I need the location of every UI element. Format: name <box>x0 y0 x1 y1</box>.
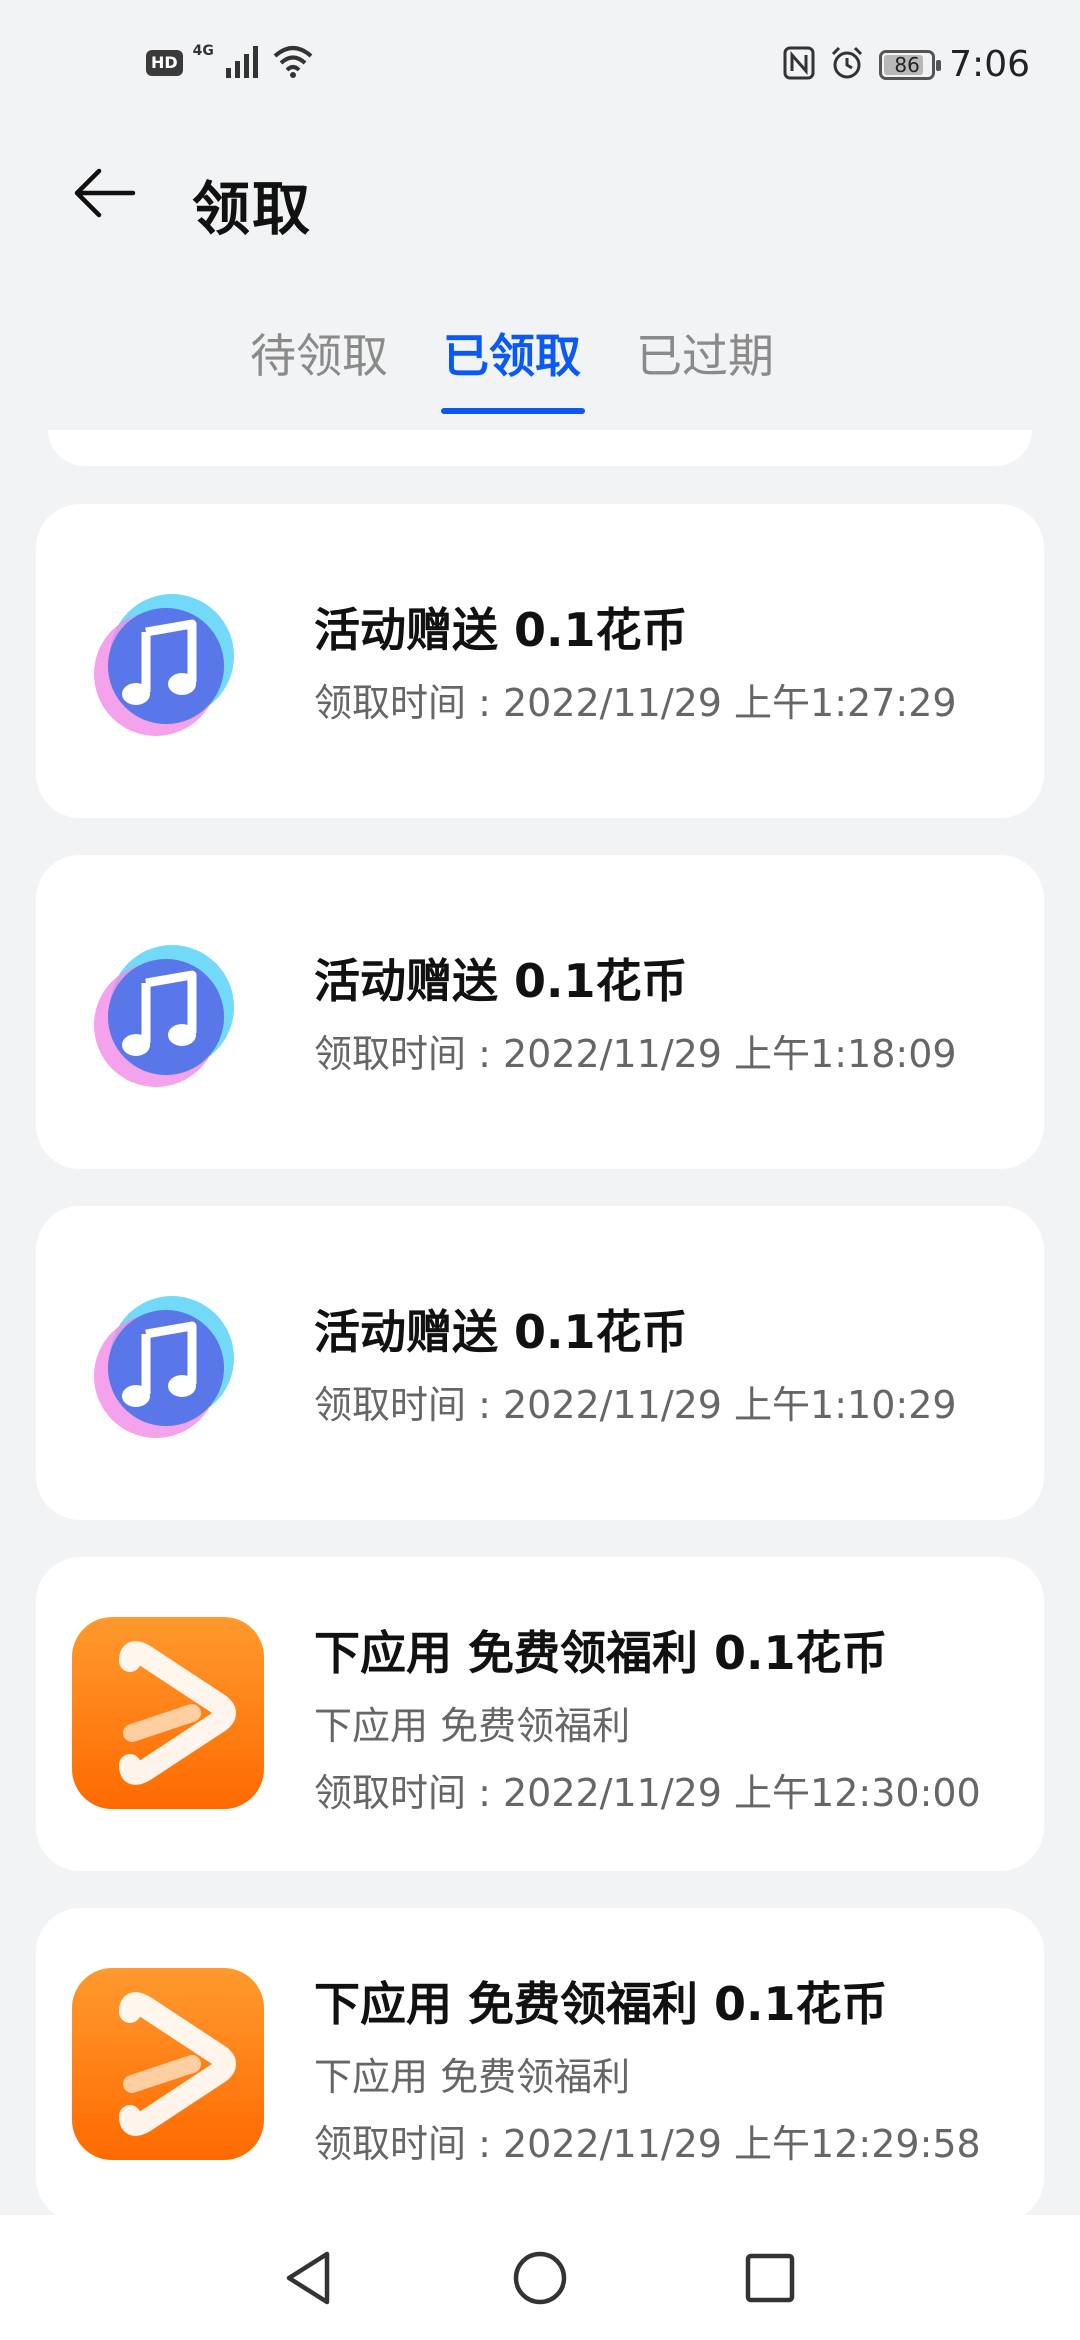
video-app-icon <box>72 1617 264 1809</box>
network-type: 4G <box>192 43 214 59</box>
active-tab-indicator <box>441 408 585 414</box>
record-card[interactable]: 活动赠送 0.1花币 领取时间 : 2022/11/29 上午1:10:29 <box>36 1206 1044 1520</box>
nav-recents-button[interactable] <box>735 2245 805 2315</box>
wifi-icon <box>272 44 314 82</box>
nfc-icon <box>783 46 815 84</box>
record-time: 领取时间 : 2022/11/29 上午12:30:00 <box>314 1771 981 1815</box>
record-title: 活动赠送 0.1花币 <box>314 603 688 657</box>
arrow-left-icon <box>73 161 137 229</box>
record-title: 下应用 免费领福利 0.1花币 <box>314 1977 888 2031</box>
record-title: 下应用 免费领福利 0.1花币 <box>314 1626 888 1680</box>
record-title: 活动赠送 0.1花币 <box>314 954 688 1008</box>
status-right-group: 86 7:06 <box>783 44 1030 85</box>
tab-pending[interactable]: 待领取 <box>250 320 388 386</box>
clock: 7:06 <box>949 44 1030 85</box>
record-title: 活动赠送 0.1花币 <box>314 1305 688 1359</box>
record-time: 领取时间 : 2022/11/29 上午1:18:09 <box>314 1032 957 1076</box>
record-subtitle: 下应用 免费领福利 <box>314 2055 631 2099</box>
record-card[interactable]: 下应用 免费领福利 0.1花币 下应用 免费领福利 领取时间 : 2022/11… <box>36 1557 1044 1871</box>
music-app-icon <box>86 1288 234 1438</box>
record-time: 领取时间 : 2022/11/29 上午1:10:29 <box>314 1383 957 1427</box>
nav-back-button[interactable] <box>274 2245 344 2315</box>
record-time: 领取时间 : 2022/11/29 上午12:29:58 <box>314 2122 981 2166</box>
record-card[interactable]: 下应用 免费领福利 0.1花币 下应用 免费领福利 领取时间 : 2022/11… <box>36 1908 1044 2215</box>
back-button[interactable] <box>70 160 140 230</box>
previous-card-edge <box>48 430 1032 466</box>
record-card[interactable]: 活动赠送 0.1花币 领取时间 : 2022/11/29 上午1:18:09 <box>36 855 1044 1169</box>
record-card[interactable]: 活动赠送 0.1花币 领取时间 : 2022/11/29 上午1:27:29 <box>36 504 1044 818</box>
tab-claimed[interactable]: 已领取 <box>443 320 581 386</box>
record-time: 领取时间 : 2022/11/29 上午1:27:29 <box>314 681 957 725</box>
music-app-icon <box>86 937 234 1087</box>
square-recents-icon <box>742 2250 798 2310</box>
record-subtitle: 下应用 免费领福利 <box>314 1704 631 1748</box>
nav-home-button[interactable] <box>505 2245 575 2315</box>
music-app-icon <box>86 586 234 736</box>
battery-icon: 86 <box>879 49 942 80</box>
video-app-icon <box>72 1968 264 2160</box>
hd-badge: HD <box>146 50 183 76</box>
tab-expired[interactable]: 已过期 <box>636 320 774 386</box>
record-list[interactable]: 活动赠送 0.1花币 领取时间 : 2022/11/29 上午1:27:29 活… <box>0 430 1080 2215</box>
status-left-group: HD 4G <box>146 43 314 82</box>
tab-bar: 待领取 已领取 已过期 <box>0 320 1080 420</box>
app-header: 领取 <box>0 140 1080 250</box>
system-nav-bar <box>0 2215 1080 2340</box>
battery-level: 86 <box>894 52 920 77</box>
triangle-back-icon <box>281 2248 337 2312</box>
circle-home-icon <box>510 2248 570 2312</box>
signal-icon <box>224 44 262 82</box>
status-bar: HD 4G 86 7:06 <box>0 0 1080 130</box>
alarm-icon <box>829 45 865 85</box>
page-title: 领取 <box>192 175 313 243</box>
